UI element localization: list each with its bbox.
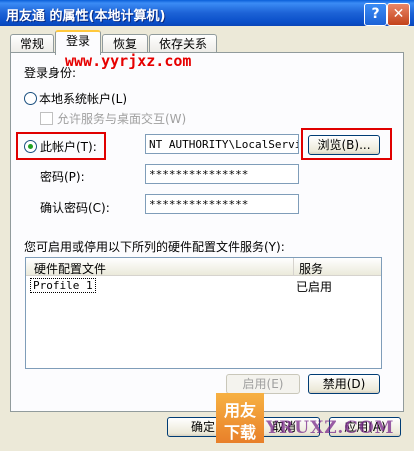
window-title: 用友通 的属性(本地计算机) [6, 9, 166, 24]
column-divider [293, 258, 294, 275]
confirm-password-label: 确认密码(C): [40, 201, 110, 215]
watermark-logo: 用友 下载 [216, 393, 264, 443]
browse-button[interactable]: 浏览(B)... [308, 135, 380, 155]
enable-button[interactable]: 启用(E) [226, 374, 300, 394]
close-button[interactable]: ✕ [387, 3, 410, 26]
help-button[interactable]: ? [364, 3, 387, 26]
table-row[interactable]: Profile 1 已启用 [26, 277, 381, 294]
allow-desktop-checkbox[interactable] [40, 112, 53, 125]
tab-general[interactable]: 常规 [10, 34, 54, 53]
password-field[interactable]: *************** [145, 164, 299, 184]
list-header: 硬件配置文件 服务 [26, 258, 381, 276]
tab-recovery[interactable]: 恢复 [102, 34, 148, 53]
local-system-label[interactable]: 本地系统帐户(L) [39, 90, 127, 107]
logo-text-top: 用友 [224, 401, 257, 420]
hardware-profiles-description: 您可启用或停用以下所列的硬件配置文件服务(Y): [24, 240, 285, 254]
password-label: 密码(P): [40, 170, 85, 184]
this-account-radio[interactable] [24, 140, 37, 153]
column-header-service[interactable]: 服务 [299, 260, 323, 277]
hardware-profile-list[interactable]: 硬件配置文件 服务 Profile 1 已启用 [25, 257, 382, 369]
allow-desktop-label: 允许服务与桌面交互(W) [57, 112, 187, 126]
title-bar[interactable]: 用友通 的属性(本地计算机) ? ✕ [0, 0, 414, 26]
logo-text-bottom: 下载 [224, 423, 257, 442]
confirm-password-field[interactable]: *************** [145, 194, 299, 214]
column-header-profile[interactable]: 硬件配置文件 [34, 260, 106, 277]
profile-cell: Profile 1 [30, 278, 96, 293]
watermark-site-text: YRUXZ.COM [266, 418, 395, 438]
radio-selected-dot [28, 144, 33, 149]
service-cell: 已启用 [296, 280, 333, 294]
tab-dependencies[interactable]: 依存关系 [149, 34, 217, 53]
account-field[interactable]: NT AUTHORITY\LocalService [145, 134, 299, 154]
local-system-radio[interactable] [24, 92, 37, 105]
this-account-label[interactable]: 此帐户(T): [40, 138, 97, 155]
tab-logon[interactable]: 登录 [55, 30, 101, 55]
disable-button[interactable]: 禁用(D) [308, 374, 380, 394]
